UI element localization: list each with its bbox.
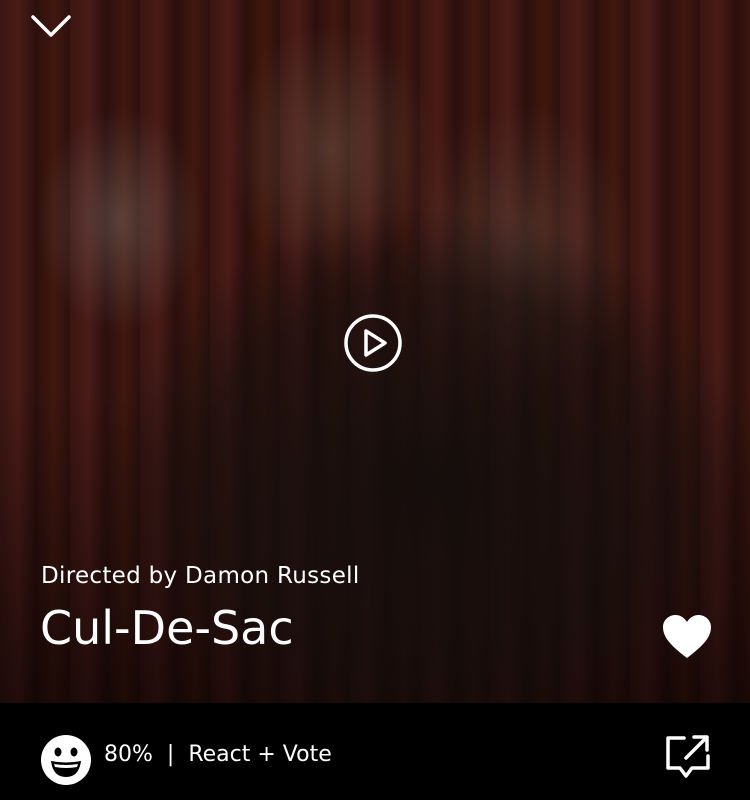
reaction-score: 80% [104,742,153,767]
collapse-button[interactable] [26,8,76,44]
reaction-bar: 80% | React + Vote [0,703,750,800]
favorite-button[interactable] [660,613,714,661]
share-icon [666,735,710,778]
play-circle-icon [344,314,402,372]
chevron-down-icon [31,15,71,37]
react-vote-link[interactable]: React + Vote [188,742,331,767]
video-title: Cul-De-Sac [40,601,294,655]
share-button[interactable] [664,732,712,780]
director-credit: Directed by Damon Russell [41,563,360,589]
play-button[interactable] [343,313,403,373]
smiley-face-icon [41,735,91,785]
react-button[interactable] [40,734,92,786]
reaction-separator: | [166,742,175,767]
heart-icon [663,615,711,658]
reaction-summary: 80% | React + Vote [104,742,332,767]
video-thumbnail[interactable]: Directed by Damon Russell Cul-De-Sac [0,0,750,703]
